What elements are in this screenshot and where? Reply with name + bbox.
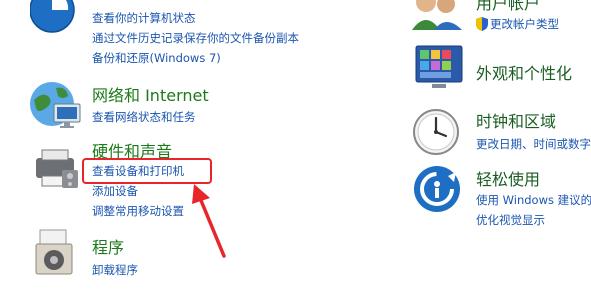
ease-of-access-icon[interactable]	[412, 162, 464, 220]
backup-restore-link[interactable]: 备份和还原(Windows 7)	[92, 50, 221, 66]
red-arrow-annotation	[180, 180, 240, 264]
add-device-link[interactable]: 添加设备	[92, 183, 138, 199]
network-internet-title[interactable]: 网络和 Internet	[92, 82, 209, 106]
clock-region-icon[interactable]	[412, 104, 462, 162]
optimize-visual-display-link[interactable]: 优化视觉显示	[476, 212, 545, 228]
uninstall-program-link[interactable]: 卸载程序	[92, 262, 138, 278]
hardware-sound-icon[interactable]	[32, 140, 82, 196]
clock-region-title[interactable]: 时钟和区域	[476, 108, 556, 132]
network-internet-icon[interactable]	[28, 80, 86, 136]
change-date-time-format-link[interactable]: 更改日期、时间或数字格式	[476, 136, 591, 152]
system-security-icon[interactable]	[29, 0, 80, 42]
programs-title[interactable]: 程序	[92, 234, 124, 258]
view-network-status-link[interactable]: 查看网络状态和任务	[92, 109, 196, 125]
view-computer-status-link[interactable]: 查看你的计算机状态	[92, 10, 196, 26]
programs-icon[interactable]	[32, 228, 78, 284]
file-history-backup-link[interactable]: 通过文件历史记录保存你的文件备份副本	[92, 30, 299, 46]
user-accounts-icon[interactable]	[410, 0, 466, 34]
appearance-personalization-icon[interactable]	[408, 44, 466, 96]
ease-of-access-title[interactable]: 轻松使用	[476, 166, 540, 190]
recommended-settings-link[interactable]: 使用 Windows 建议的设置	[476, 192, 591, 208]
user-accounts-title[interactable]: 用户帐户	[476, 0, 540, 14]
uac-shield-icon	[476, 16, 488, 35]
mobility-settings-link[interactable]: 调整常用移动设置	[92, 203, 184, 219]
appearance-personalization-title[interactable]: 外观和个性化	[476, 60, 572, 84]
change-account-type-link[interactable]: 更改帐户类型	[490, 16, 559, 32]
